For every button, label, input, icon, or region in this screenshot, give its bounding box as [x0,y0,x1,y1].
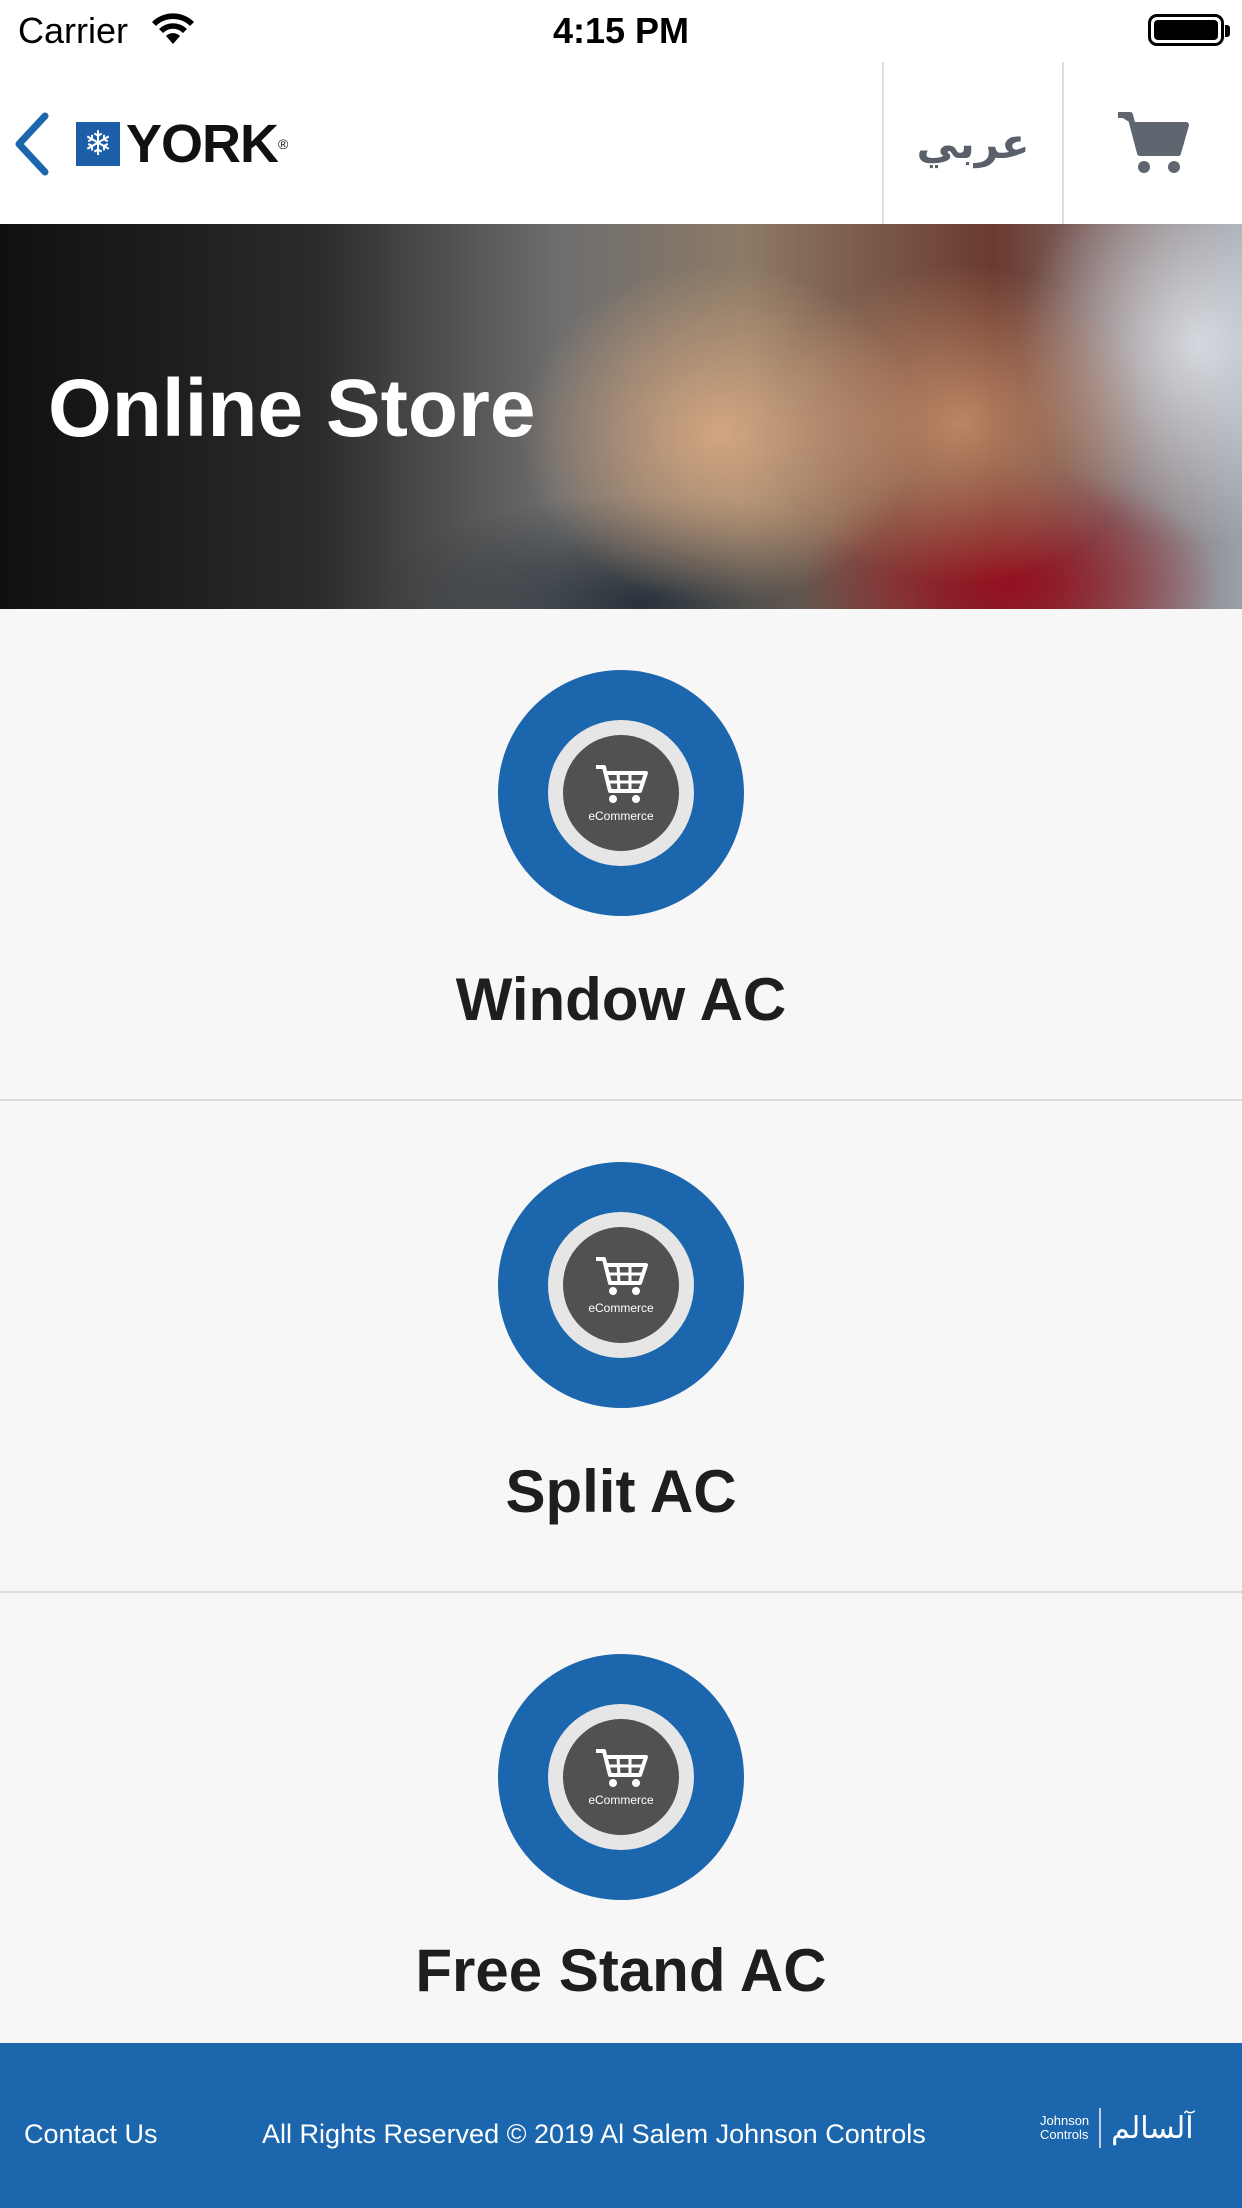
cart-icon [596,765,648,803]
status-bar: Carrier 4:15 PM [0,0,1242,62]
category-window-ac[interactable]: eCommerce Window AC [0,609,1242,1101]
johnson-controls-logo-text: Johnson Controls [1040,2113,1090,2142]
back-button[interactable] [6,106,56,182]
category-title: Split AC [505,1458,737,1525]
cart-button[interactable] [1064,62,1242,224]
contact-us-link[interactable]: Contact Us [24,2119,158,2150]
page-title: Online Store [48,363,536,454]
ecommerce-badge: eCommerce [498,1654,744,1900]
badge-label: eCommerce [588,809,654,823]
language-toggle-button[interactable]: عربي [884,62,1062,224]
ecommerce-badge: eCommerce [498,1162,744,1408]
york-reg-mark: ® [278,136,289,152]
category-title: Free Stand AC [415,1937,827,2004]
york-logo-text: YORK [126,114,279,174]
clock: 4:15 PM [552,10,690,51]
category-free-stand-ac[interactable]: eCommerce Free Stand AC [0,1593,1242,2043]
back-chevron-icon [15,112,49,176]
battery-icon [1148,14,1230,46]
hero-banner: Online Store [0,224,1242,609]
al-salem-johnson-controls-logo: Johnson Controls آلسالم [1040,2103,1194,2153]
cart-icon [1118,112,1189,173]
cart-icon [596,1257,648,1295]
navigation-bar: ❄ YORK ® عربي [0,62,1242,224]
footer: Contact Us All Rights Reserved © 2019 Al… [0,2043,1242,2208]
copyright-text: All Rights Reserved © 2019 Al Salem John… [262,2119,926,2149]
badge-label: eCommerce [588,1793,654,1807]
ecommerce-badge: eCommerce [498,670,744,916]
category-split-ac[interactable]: eCommerce Split AC [0,1101,1242,1593]
york-logo[interactable]: ❄ YORK ® [76,114,289,174]
cart-icon [596,1749,648,1787]
york-snowflake-icon: ❄ [76,122,120,166]
badge-label: eCommerce [588,1301,654,1315]
al-salem-logo-text: آلسالم [1111,2110,1194,2146]
category-title: Window AC [455,966,787,1033]
